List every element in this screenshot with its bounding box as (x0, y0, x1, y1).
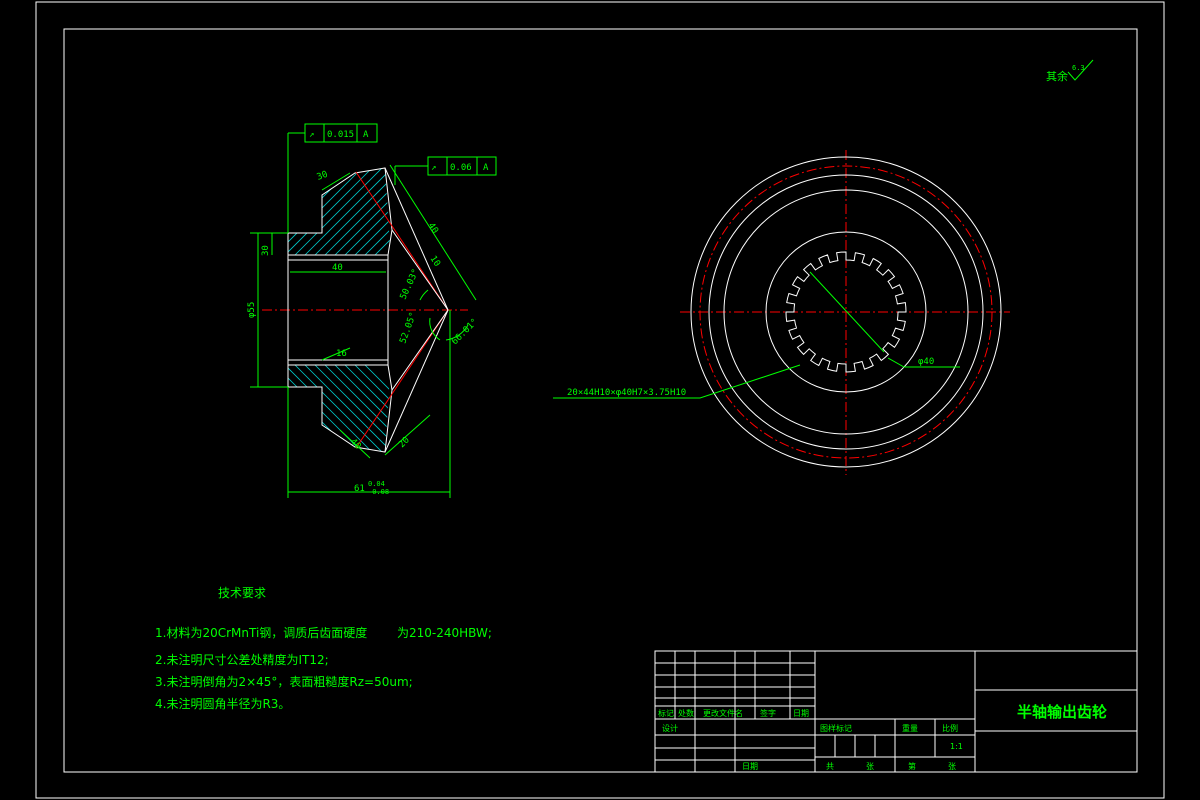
drawing-sheet: 其余 6.3 ↗ 0.015 A ↗ 0.06 A 40 40 φ55 30 3… (35, 1, 1165, 799)
svg-text:10: 10 (427, 254, 441, 269)
svg-text:签字: 签字 (760, 708, 776, 718)
svg-text:-0.08: -0.08 (368, 488, 389, 496)
design-label: 设计 (662, 723, 678, 733)
svg-text:A: A (363, 130, 369, 140)
runout-icon: ↗ (309, 130, 314, 140)
tech-req-title: 技术要求 (218, 586, 266, 600)
svg-text:20: 20 (397, 435, 412, 450)
svg-text:张: 张 (866, 762, 874, 771)
tech-req-item-4: 4.未注明圆角半径为R3。 (155, 696, 290, 711)
tech-req-item-1: 1.材料为20CrMnTi钢，调质后齿面硬度 (155, 625, 367, 640)
svg-text:0.015: 0.015 (327, 130, 354, 140)
svg-text:A: A (483, 163, 489, 173)
dim-outer-dia: φ55 (247, 302, 257, 318)
svg-text:更改文件名: 更改文件名 (703, 708, 743, 718)
section-outline-top (287, 167, 393, 256)
tech-req-item-1-suffix: 为210-240HBW; (397, 626, 492, 640)
roughness-note: 其余 6.3 (1046, 59, 1094, 83)
left-section-view: ↗ 0.015 A ↗ 0.06 A 40 40 φ55 30 30 10 16… (247, 123, 497, 498)
dim-bore-length: 40 (332, 263, 343, 273)
tech-req-item-2: 2.未注明尺寸公差处精度为IT12; (155, 652, 329, 667)
section-outline-bottom (287, 364, 393, 453)
svg-text:共: 共 (826, 762, 834, 771)
roughness-note-text: 其余 (1046, 69, 1068, 83)
part-name: 半轴输出齿轮 (1017, 703, 1107, 721)
title-block: 半轴输出齿轮 标记 处数 更改文件名 签字 日期 设计 日期 图样标记 重量 比… (654, 650, 1138, 773)
svg-text:第: 第 (908, 761, 916, 771)
svg-text:日期: 日期 (793, 709, 809, 718)
dim-total-length: 61 (354, 484, 365, 494)
scale-value: 1:1 (950, 742, 963, 751)
ratio-label: 比例 (942, 723, 958, 733)
spline-callout: 20×44H10×φ40H7×3.75H10 (567, 388, 686, 398)
svg-text:66.01°: 66.01° (450, 317, 480, 347)
svg-text:52.05°: 52.05° (398, 311, 419, 345)
svg-text:标记: 标记 (658, 708, 674, 718)
tech-req-item-3: 3.未注明倒角为2×45°，表面粗糙度Rz=50um; (155, 674, 413, 689)
weight-label: 重量 (902, 723, 918, 733)
svg-text:处数: 处数 (678, 708, 694, 718)
date-label: 日期 (742, 762, 758, 771)
svg-text:0.06: 0.06 (450, 163, 472, 173)
technical-requirements: 技术要求 1.材料为20CrMnTi钢，调质后齿面硬度 为210-240HBW;… (155, 586, 492, 711)
svg-text:张: 张 (948, 762, 956, 771)
right-front-view: φ40 20×44H10×φ40H7×3.75H10 (553, 150, 1010, 475)
bore-dia-label: φ40 (918, 357, 934, 367)
tolerance-frame-2: ↗ 0.06 A (394, 156, 497, 185)
svg-text:0.04: 0.04 (368, 480, 385, 488)
svg-text:30: 30 (316, 170, 330, 183)
roughness-value: 6.3 (1072, 64, 1085, 72)
runout-icon-2: ↗ (431, 163, 436, 173)
svg-text:30: 30 (261, 245, 271, 256)
stage-mark-label: 图样标记 (820, 723, 852, 733)
svg-text:50.03°: 50.03° (399, 268, 422, 302)
